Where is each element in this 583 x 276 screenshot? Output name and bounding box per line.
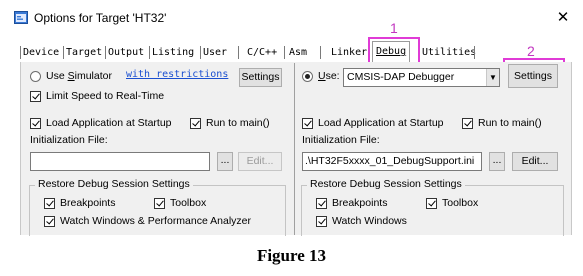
simulator-settings-button[interactable]: Settings [239,68,282,87]
left-load-app-label: Load Application at Startup [46,117,172,129]
tab-target[interactable]: Target [66,44,102,61]
tab-asm[interactable]: Asm [289,44,307,61]
debugger-select[interactable]: CMSIS-DAP Debugger [343,68,500,87]
use-debugger-radio[interactable] [302,71,313,82]
left-breakpoints-label: Breakpoints [60,197,116,209]
left-toolbox-label: Toolbox [170,197,207,209]
app-icon [14,11,28,24]
left-run-to-main-checkbox[interactable] [190,118,201,129]
tab-c-cpp[interactable]: C/C++ [247,44,277,61]
debugger-settings-button[interactable]: Settings [508,64,558,88]
tab-device[interactable]: Device [23,44,59,61]
panel-divider [294,63,295,235]
figure-caption: Figure 13 [256,246,327,265]
right-browse-button[interactable]: ... [489,152,505,171]
annotation-box-debug-tab [368,37,420,64]
right-load-app-checkbox[interactable] [302,118,313,129]
right-run-to-main-checkbox[interactable] [462,118,473,129]
right-breakpoints-checkbox[interactable] [316,198,327,209]
right-breakpoints-label: Breakpoints [332,197,388,209]
annotation-number-1: 1 [390,20,398,36]
tab-output[interactable]: Output [108,44,144,61]
left-restore-group [29,185,286,236]
right-load-app-label: Load Application at Startup [318,117,444,129]
right-restore-group [301,185,564,236]
left-run-to-main-label: Run to main() [206,117,270,129]
with-restrictions-link[interactable]: with restrictions [126,69,228,80]
left-browse-button[interactable]: ... [217,152,233,171]
right-restore-group-title: Restore Debug Session Settings [307,178,465,190]
close-icon[interactable]: ✕ [552,7,574,29]
left-load-app-checkbox[interactable] [30,118,41,129]
right-init-file-input[interactable]: .\HT32F5xxxx_01_DebugSupport.ini [302,152,482,171]
limit-speed-checkbox[interactable] [30,91,41,102]
tab-listing[interactable]: Listing [152,44,194,61]
annotation-number-2: 2 [527,43,535,59]
right-init-file-label: Initialization File: [302,134,380,146]
right-edit-button[interactable]: Edit... [512,152,558,171]
debugger-select-value: CMSIS-DAP Debugger [347,71,455,83]
use-simulator-radio[interactable] [30,71,41,82]
left-toolbox-checkbox[interactable] [154,198,165,209]
right-toolbox-checkbox[interactable] [426,198,437,209]
window-title: Options for Target 'HT32' [34,11,167,25]
left-watch-windows-label: Watch Windows & Performance Analyzer [60,215,252,227]
use-simulator-label: Use Simulator [46,70,112,82]
right-run-to-main-label: Run to main() [478,117,542,129]
tab-utilities[interactable]: Utilities [422,44,476,61]
right-watch-windows-checkbox[interactable] [316,216,327,227]
left-watch-windows-checkbox[interactable] [44,216,55,227]
left-init-file-label: Initialization File: [30,134,108,146]
left-edit-button[interactable]: Edit... [238,152,282,171]
limit-speed-label: Limit Speed to Real-Time [46,90,165,102]
use-debugger-label: Use: [318,70,340,82]
left-restore-group-title: Restore Debug Session Settings [35,178,193,190]
right-toolbox-label: Toolbox [442,197,479,209]
right-watch-windows-label: Watch Windows [332,215,407,227]
tab-linker[interactable]: Linker [331,44,367,61]
left-init-file-input[interactable] [30,152,210,171]
left-breakpoints-checkbox[interactable] [44,198,55,209]
tab-user[interactable]: User [203,44,227,61]
chevron-down-icon[interactable]: ▼ [486,69,499,86]
